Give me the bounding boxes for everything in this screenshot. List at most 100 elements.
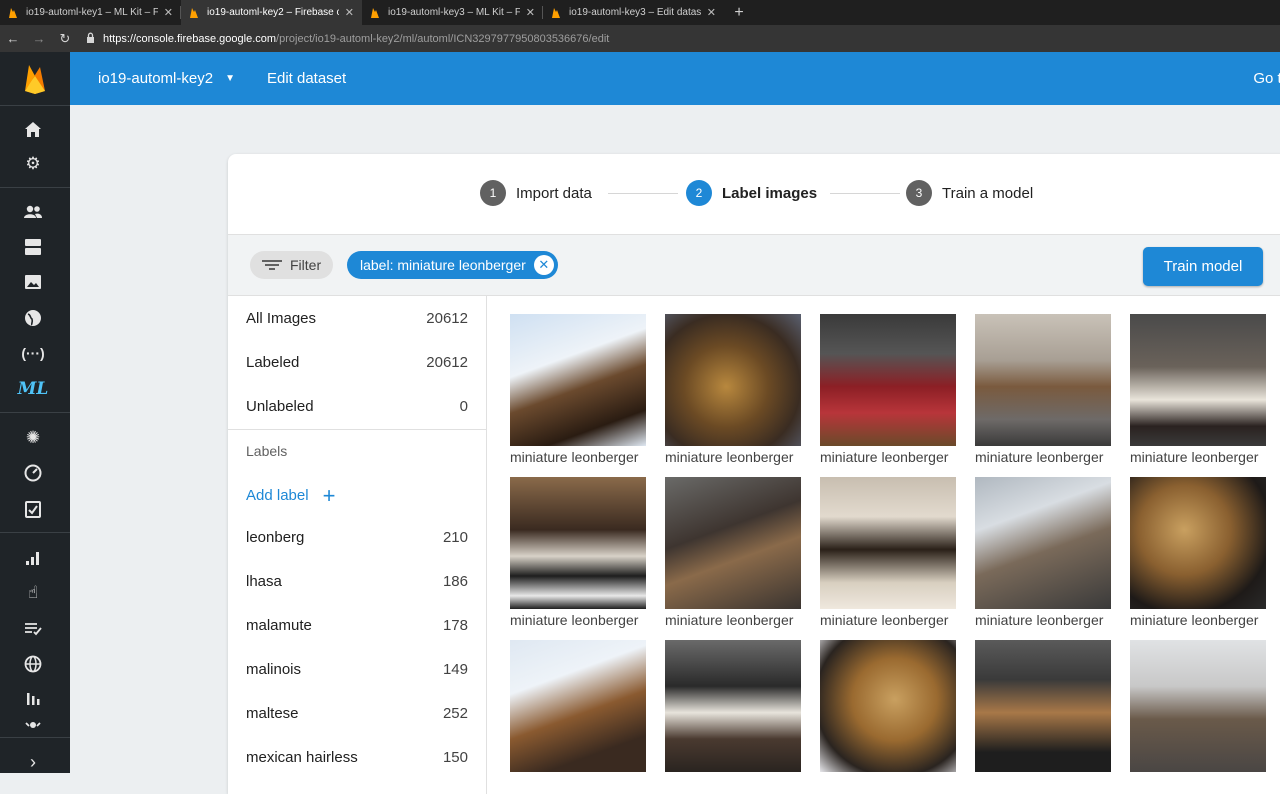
step-number: 2: [686, 180, 712, 206]
dataset-image-thumbnail[interactable]: [820, 477, 956, 609]
in-app-messaging-touch-icon[interactable]: ☝: [22, 582, 44, 604]
filter-row-label: All Images: [246, 310, 317, 327]
filter-button[interactable]: Filter: [250, 251, 334, 279]
expand-chevron-icon[interactable]: ›: [22, 751, 44, 773]
dataset-image-thumbnail[interactable]: [510, 314, 646, 446]
browser-tab-title: io19-automl-key1 – ML Kit – Fi: [26, 7, 158, 18]
step-label-images[interactable]: 2 Label images: [686, 180, 817, 206]
browser-address-bar: ← → ↻ https://console.firebase.google.co…: [0, 25, 1280, 52]
filter-label: Filter: [290, 257, 322, 273]
predictions-icon[interactable]: [22, 618, 44, 640]
close-tab-icon[interactable]: ✕: [526, 6, 535, 19]
step-import-data[interactable]: 1 Import data: [480, 180, 592, 206]
url-field[interactable]: https://console.firebase.google.com/proj…: [86, 32, 609, 46]
step-connector: [830, 193, 900, 194]
back-arrow-icon[interactable]: ←: [0, 31, 26, 46]
close-tab-icon[interactable]: ✕: [707, 6, 716, 19]
browser-tab[interactable]: io19-automl-key3 – ML Kit – Fi ✕: [362, 0, 543, 25]
edit-dataset-card: 1 Import data 2 Label images 3 Train a m…: [228, 154, 1280, 794]
ml-kit-icon[interactable]: ML: [18, 378, 49, 400]
step-label: Import data: [516, 184, 592, 202]
storage-image-icon[interactable]: [22, 271, 44, 293]
label-count: 252: [442, 705, 468, 722]
new-tab-icon[interactable]: +: [724, 0, 754, 25]
functions-icon[interactable]: (···): [21, 342, 44, 364]
close-tab-icon[interactable]: ✕: [345, 6, 354, 19]
project-selector[interactable]: io19-automl-key2 ▼: [98, 70, 235, 87]
label-filter-panel: All Images 20612 Labeled 20612 Unlabeled…: [228, 296, 487, 794]
dataset-image-thumbnail[interactable]: [1130, 640, 1266, 772]
authentication-users-icon[interactable]: [22, 201, 44, 223]
dataset-image-thumbnail[interactable]: [665, 477, 801, 609]
firebase-logo-icon[interactable]: [0, 52, 70, 105]
dataset-image-thumbnail[interactable]: [975, 314, 1111, 446]
labels-heading: Labels: [246, 443, 288, 459]
dataset-image-thumbnail[interactable]: [975, 477, 1111, 609]
lock-icon: [86, 32, 95, 46]
reload-icon[interactable]: ↻: [52, 31, 78, 47]
dataset-image-thumbnail[interactable]: [1130, 314, 1266, 446]
browser-tab[interactable]: io19-automl-key3 – Edit datase ✕: [543, 0, 724, 25]
firebase-favicon-icon: [371, 7, 379, 18]
crashlytics-icon[interactable]: ✺: [22, 427, 44, 449]
filter-row-count: 20612: [426, 354, 468, 371]
filter-labeled[interactable]: Labeled 20612: [246, 354, 468, 371]
grow-globe-icon[interactable]: [22, 653, 44, 675]
extensions-icon[interactable]: [22, 720, 44, 732]
browser-tab-active[interactable]: io19-automl-key2 – Firebase c ✕: [181, 0, 362, 25]
dataset-image-thumbnail[interactable]: [1130, 477, 1266, 609]
step-label: Label images: [722, 184, 818, 202]
url-path: /project/io19-automl-key2/ml/automl/ICN3…: [276, 32, 610, 45]
image-label-caption: miniature leonberger: [665, 612, 794, 628]
dataset-image-thumbnail[interactable]: [510, 640, 646, 772]
add-label-button[interactable]: Add label +: [246, 485, 335, 507]
forward-arrow-icon[interactable]: →: [26, 31, 52, 46]
label-row[interactable]: malamute 178: [246, 617, 468, 634]
analytics-icon[interactable]: [22, 547, 44, 569]
chip-label: label: miniature leonberger: [360, 257, 526, 273]
dataset-image-thumbnail[interactable]: [665, 314, 801, 446]
image-label-caption: miniature leonberger: [975, 612, 1104, 628]
label-count: 210: [442, 529, 468, 546]
label-row[interactable]: malinois 149: [246, 661, 468, 678]
dataset-image-thumbnail[interactable]: [665, 640, 801, 772]
label-name: mexican hairless: [246, 749, 358, 766]
label-row[interactable]: lhasa 186: [246, 573, 468, 590]
filter-unlabeled[interactable]: Unlabeled 0: [246, 398, 468, 415]
home-icon[interactable]: [22, 118, 44, 140]
label-count: 186: [442, 573, 468, 590]
image-label-caption: miniature leonberger: [820, 449, 949, 465]
dataset-image-thumbnail[interactable]: [510, 477, 646, 609]
filter-all-images[interactable]: All Images 20612: [246, 310, 468, 327]
test-lab-icon[interactable]: [22, 498, 44, 520]
label-row[interactable]: maltese 252: [246, 705, 468, 722]
label-name: malamute: [246, 617, 312, 634]
close-tab-icon[interactable]: ✕: [164, 6, 173, 19]
browser-tab[interactable]: io19-automl-key1 – ML Kit – Fi ✕: [0, 0, 181, 25]
go-to-docs-link[interactable]: Go to: [1253, 70, 1280, 87]
step-label: Train a model: [942, 184, 1034, 202]
settings-gear-icon[interactable]: ⚙: [22, 153, 44, 175]
label-count: 149: [442, 661, 468, 678]
step-train-model[interactable]: 3 Train a model: [906, 180, 1033, 206]
image-label-caption: miniature leonberger: [510, 449, 639, 465]
dataset-image-thumbnail[interactable]: [975, 640, 1111, 772]
label-count: 150: [442, 749, 468, 766]
filter-list-icon: [262, 258, 282, 272]
filter-row-label: Unlabeled: [246, 398, 314, 415]
performance-icon[interactable]: [22, 462, 44, 484]
dataset-image-thumbnail[interactable]: [820, 640, 956, 772]
label-row[interactable]: mexican hairless 150: [246, 749, 468, 766]
active-filter-chip[interactable]: label: miniature leonberger ✕: [347, 251, 558, 279]
add-label-text: Add label: [246, 487, 309, 504]
image-label-caption: miniature leonberger: [510, 612, 639, 628]
panel-divider: [228, 429, 487, 430]
hosting-globe-icon[interactable]: [22, 307, 44, 329]
dataset-image-thumbnail[interactable]: [820, 314, 956, 446]
label-row[interactable]: leonberg 210: [246, 529, 468, 546]
remove-filter-icon[interactable]: ✕: [533, 255, 554, 275]
train-model-button[interactable]: Train model: [1143, 247, 1263, 286]
database-icon[interactable]: [22, 236, 44, 258]
filter-row-label: Labeled: [246, 354, 300, 371]
ab-testing-icon[interactable]: [22, 688, 44, 710]
